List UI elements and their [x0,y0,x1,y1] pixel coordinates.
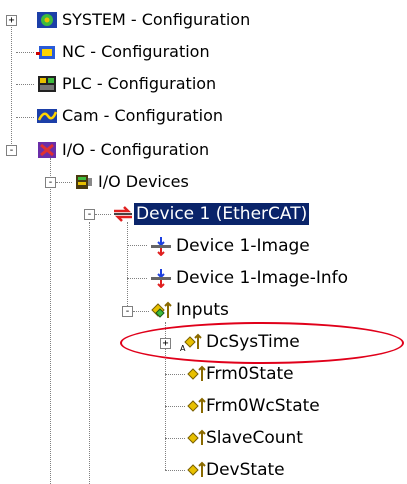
tree-line [165,374,185,375]
tree-line [165,406,185,407]
highlight-oval [120,322,404,364]
tree-view[interactable]: + SYSTEM - Configuration NC - Configurat… [0,0,407,484]
inputs-folder-icon [150,300,172,320]
tree-item-io-configuration[interactable]: I/O - Configuration [60,139,211,161]
tree-line [133,311,149,312]
tree-line [11,20,12,152]
tree-line [165,438,185,439]
tree-line [16,52,34,53]
tree-item-nc-configuration[interactable]: NC - Configuration [60,41,212,63]
tree-item-slavecount[interactable]: SlaveCount [204,427,305,449]
tree-line [127,222,128,314]
tree-line [127,245,147,246]
process-image-icon [150,268,172,289]
tree-line [16,117,34,118]
collapse-toggle[interactable]: - [6,145,17,156]
plc-config-icon [36,74,58,94]
tree-item-cam-configuration[interactable]: Cam - Configuration [60,105,225,127]
process-image-icon [150,236,172,257]
tree-line [165,470,185,471]
expand-toggle[interactable]: + [6,15,17,26]
tree-line [16,84,34,85]
collapse-toggle[interactable]: - [122,306,133,317]
tree-line [95,214,111,215]
tree-item-device-1-ethercat[interactable]: Device 1 (EtherCAT) [134,203,310,225]
cam-config-icon [36,106,58,126]
tree-item-devstate[interactable]: DevState [204,459,287,481]
system-config-icon [36,10,58,30]
tree-item-plc-configuration[interactable]: PLC - Configuration [60,73,218,95]
tree-item-device-1-image[interactable]: Device 1-Image [174,235,312,257]
ethercat-device-icon [112,204,134,224]
tree-item-frm0wcstate[interactable]: Frm0WcState [204,395,322,417]
io-config-icon [36,140,58,160]
tree-line [89,222,90,484]
tree-item-device-1-image-info[interactable]: Device 1-Image-Info [174,267,350,289]
io-devices-icon [72,172,94,192]
tree-line [50,158,51,484]
tree-item-frm0state[interactable]: Frm0State [204,363,296,385]
collapse-toggle[interactable]: - [84,209,95,220]
tree-item-io-devices[interactable]: I/O Devices [96,171,191,193]
tree-line [127,278,147,279]
tree-item-system-configuration[interactable]: SYSTEM - Configuration [60,9,252,31]
nc-config-icon [36,42,58,62]
tree-line [56,182,72,183]
tree-item-inputs[interactable]: Inputs [174,299,231,321]
collapse-toggle[interactable]: - [45,177,56,188]
